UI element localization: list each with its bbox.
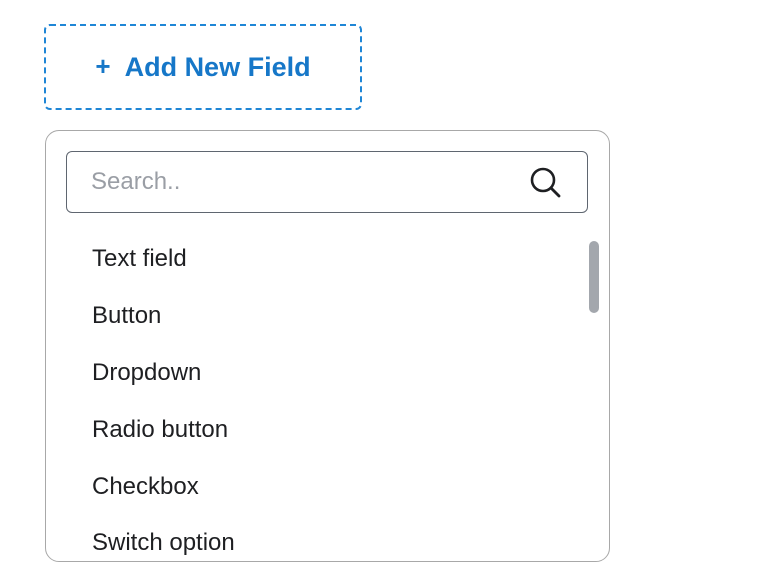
search-box [66, 151, 588, 213]
search-icon[interactable] [527, 164, 563, 200]
plus-icon: + [95, 51, 111, 81]
option-text-field[interactable]: Text field [46, 231, 586, 288]
add-new-field-button[interactable]: + Add New Field [44, 24, 362, 110]
field-builder: + Add New Field Text field Button Dropdo… [0, 0, 763, 581]
field-type-options: Text field Button Dropdown Radio button … [46, 231, 586, 561]
option-button[interactable]: Button [46, 288, 586, 345]
option-checkbox[interactable]: Checkbox [46, 458, 586, 515]
option-dropdown[interactable]: Dropdown [46, 345, 586, 402]
scrollbar-thumb[interactable] [589, 241, 599, 313]
option-switch-option[interactable]: Switch option [46, 515, 586, 561]
field-type-dropdown: Text field Button Dropdown Radio button … [45, 130, 610, 562]
options-scrollbar[interactable] [589, 239, 599, 549]
add-new-field-label: Add New Field [124, 51, 311, 82]
option-radio-button[interactable]: Radio button [46, 401, 586, 458]
search-input[interactable] [67, 152, 527, 212]
